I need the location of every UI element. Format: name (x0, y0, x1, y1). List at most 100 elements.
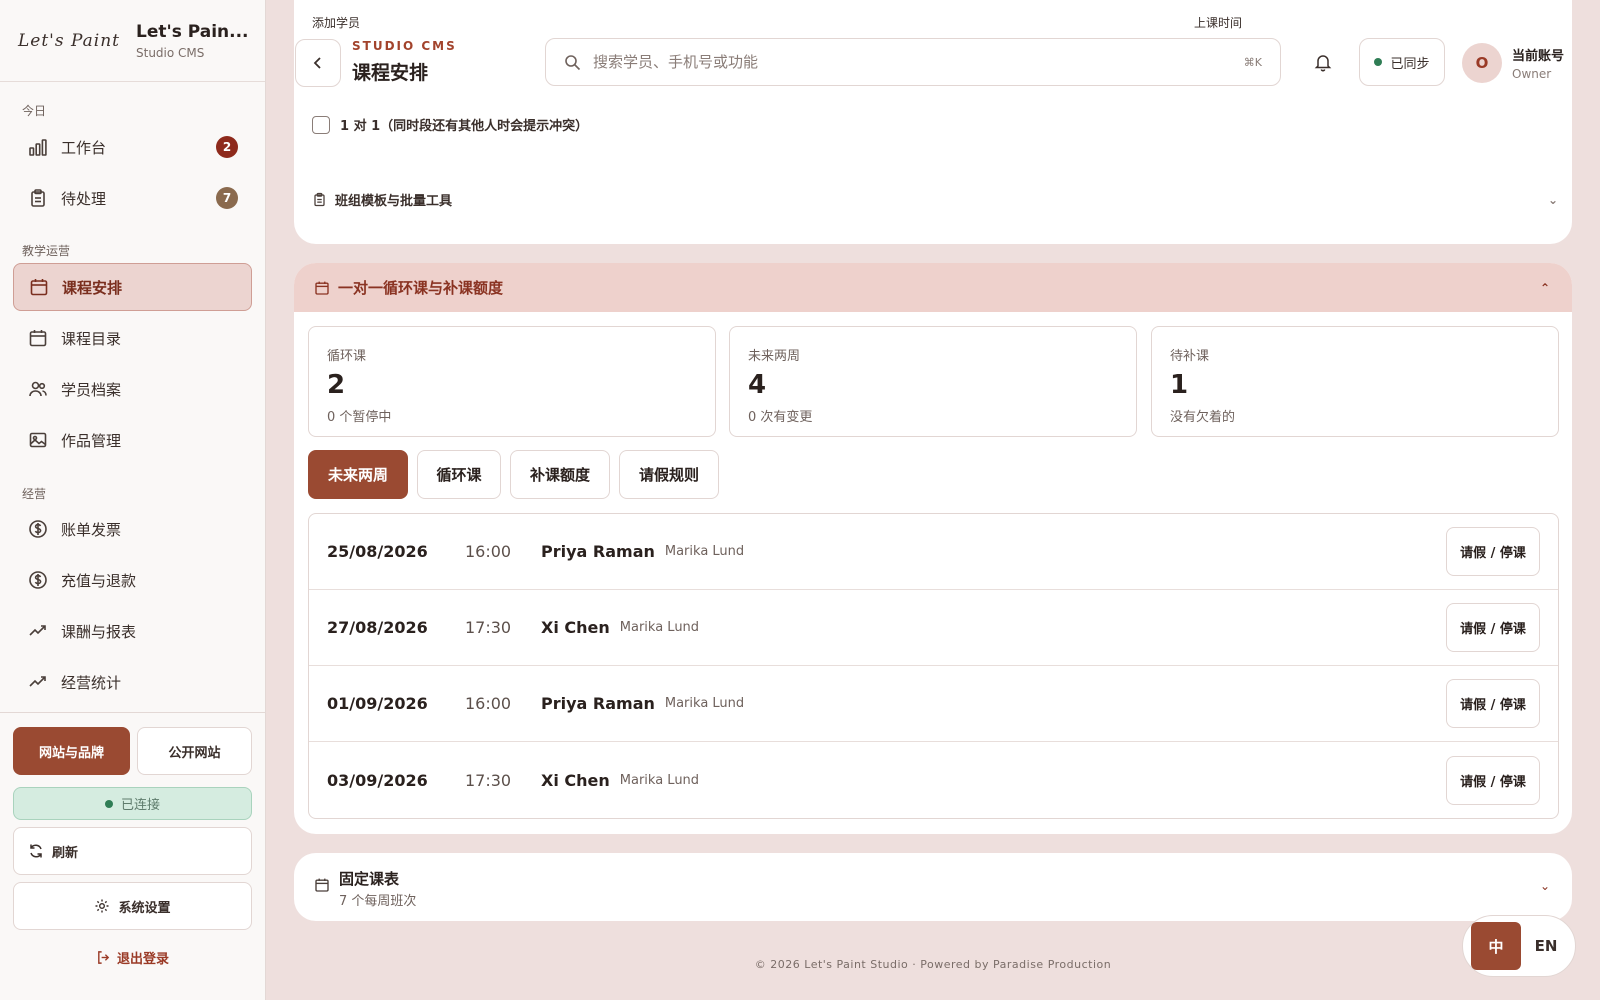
sidebar-item-invoices[interactable]: 账单发票 (13, 505, 252, 553)
sidebar-item-label: 待处理 (61, 189, 107, 208)
sidebar-item-students[interactable]: 学员档案 (13, 365, 252, 413)
search-box[interactable]: ⌘K (545, 38, 1281, 86)
sidebar-item-label: 课酬与报表 (61, 622, 137, 641)
refresh-button[interactable]: 刷新 (13, 827, 252, 875)
search-input[interactable] (593, 53, 1213, 71)
teacher-name: Marika Lund (664, 696, 745, 711)
sidebar: Let's Paint Let's Pain... Studio CMS 今日 … (0, 0, 266, 1000)
search-shortcut: ⌘K (1243, 55, 1262, 69)
brand-subtitle: Studio CMS (136, 45, 205, 60)
stat-label: 循环课 (327, 349, 367, 364)
stat-sub: 没有欠着的 (1170, 410, 1236, 425)
sync-status[interactable]: 已同步 (1359, 38, 1445, 86)
stat-value: 1 (1170, 370, 1189, 400)
one-on-one-checkbox[interactable] (312, 115, 330, 134)
calendar-icon (28, 276, 50, 298)
sidebar-item-payroll[interactable]: 课酬与报表 (13, 607, 252, 655)
leave-cancel-button[interactable]: 请假 / 停课 (1446, 527, 1540, 576)
refresh-icon (28, 843, 44, 859)
language-zh-button[interactable]: 中 (1471, 922, 1521, 970)
table-row: 03/09/2026 17:30 Xi Chen Marika Lund 请假 … (309, 742, 1558, 818)
page-kicker: STUDIO CMS (352, 39, 457, 53)
bell-icon (1313, 52, 1333, 72)
stat-sub: 0 个暂停中 (327, 410, 392, 425)
tab-makeup-quota[interactable]: 补课额度 (510, 450, 610, 499)
sidebar-item-topup-refund[interactable]: 充值与退款 (13, 556, 252, 604)
pending-count-badge: 2 (216, 136, 238, 158)
brand-header: Let's Paint Let's Pain... Studio CMS (0, 0, 265, 82)
leave-cancel-button[interactable]: 请假 / 停课 (1446, 755, 1540, 805)
tab-leave-rules[interactable]: 请假规则 (619, 450, 719, 499)
website-brand-button[interactable]: 网站与品牌 (13, 727, 130, 775)
page-footer: © 2026 Let's Paint Studio · Powered by P… (754, 958, 1112, 971)
sidebar-item-artworks[interactable]: 作品管理 (13, 416, 252, 464)
template-tools-toggle[interactable]: 班组模板与批量工具 ⌄ (312, 190, 1558, 209)
status-dot (1374, 58, 1383, 66)
account-name: 当前账号 (1512, 49, 1565, 64)
student-name: Priya Raman (541, 542, 655, 561)
account-role: Owner (1512, 67, 1552, 81)
sidebar-item-label: 作品管理 (61, 431, 122, 450)
public-website-button[interactable]: 公开网站 (137, 727, 252, 775)
status-dot (104, 799, 113, 808)
section-label-business: 经营 (22, 487, 47, 501)
chevron-left-icon (311, 56, 325, 70)
section-label-today: 今日 (22, 104, 47, 118)
lesson-date: 01/09/2026 (327, 694, 428, 713)
logout-button[interactable]: 退出登录 (13, 948, 252, 967)
lesson-time: 16:00 (465, 694, 512, 713)
trend-icon (27, 620, 49, 642)
sidebar-item-label: 经营统计 (61, 673, 122, 692)
sidebar-item-schedule[interactable]: 课程安排 (13, 263, 252, 311)
fixed-schedule-toggle[interactable]: 固定课表 7 个每周班次 ⌄ (294, 853, 1572, 921)
stat-value: 4 (748, 370, 767, 400)
stat-card-makeup: 待补课 1 没有欠着的 (1151, 326, 1559, 437)
fixed-schedule-subtitle: 7 个每周班次 (339, 894, 417, 909)
lesson-date: 25/08/2026 (327, 542, 428, 561)
lesson-time: 17:30 (465, 618, 512, 637)
users-icon (27, 378, 49, 400)
teacher-name: Marika Lund (619, 620, 700, 635)
page-title: 课程安排 (352, 62, 429, 84)
logout-label: 退出登录 (116, 952, 169, 967)
lesson-time: 16:00 (465, 542, 512, 561)
stat-value: 2 (327, 370, 346, 400)
settings-label: 系统设置 (118, 900, 171, 916)
calendar-icon (314, 280, 330, 296)
search-icon (564, 54, 581, 71)
teacher-name: Marika Lund (664, 544, 745, 559)
brand-title: Let's Pain... (136, 21, 249, 42)
sidebar-item-label: 课程目录 (61, 329, 122, 348)
one-on-one-option[interactable]: 1 对 1（同时段还有其他人时会提示冲突） (312, 115, 588, 134)
refresh-label: 刷新 (52, 845, 79, 861)
sidebar-item-label: 充值与退款 (61, 571, 137, 590)
sidebar-item-dashboard[interactable]: 工作台 2 (13, 123, 252, 171)
teacher-name: Marika Lund (619, 772, 700, 788)
trend-icon (27, 671, 49, 693)
sidebar-item-catalog[interactable]: 课程目录 (13, 314, 252, 362)
recurring-section-header[interactable]: 一对一循环课与补课额度 ⌃ (294, 263, 1572, 312)
leave-cancel-button[interactable]: 请假 / 停课 (1446, 679, 1540, 728)
tab-next-two-weeks[interactable]: 未来两周 (308, 450, 408, 499)
dollar-icon (27, 569, 49, 591)
connection-status-label: 已连接 (120, 798, 160, 813)
one-on-one-label: 1 对 1（同时段还有其他人时会提示冲突） (340, 119, 589, 134)
recurring-section-title: 一对一循环课与补课额度 (338, 279, 504, 297)
sidebar-item-label: 课程安排 (62, 278, 123, 297)
logout-icon (96, 950, 111, 965)
chevron-up-icon: ⌃ (1539, 280, 1550, 295)
language-en-button[interactable]: EN (1521, 937, 1571, 955)
stat-card-recurring: 循环课 2 0 个暂停中 (308, 326, 716, 437)
system-settings-button[interactable]: 系统设置 (13, 882, 252, 930)
bar-chart-icon (27, 136, 49, 158)
stat-sub: 0 次有变更 (748, 410, 813, 425)
back-button[interactable] (295, 39, 341, 87)
leave-cancel-button[interactable]: 请假 / 停课 (1446, 603, 1540, 652)
notification-button[interactable] (1308, 47, 1338, 77)
account-menu[interactable]: O 当前账号 Owner (1462, 38, 1588, 88)
lesson-date: 03/09/2026 (327, 770, 428, 790)
stat-card-next-two-weeks: 未来两周 4 0 次有变更 (729, 326, 1137, 437)
tab-recurring[interactable]: 循环课 (417, 450, 501, 499)
sidebar-item-todo[interactable]: 待处理 7 (13, 174, 252, 222)
sidebar-item-statistics[interactable]: 经营统计 (13, 658, 252, 706)
